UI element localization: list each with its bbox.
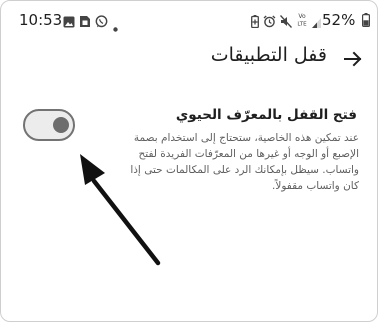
svg-text:Vo: Vo — [298, 13, 306, 20]
battery-saver-icon — [251, 13, 259, 32]
alarm-icon — [263, 13, 276, 32]
phone-screen: 10:53 Vo LTE 52% قفل التطبيقات فتح القفل… — [0, 0, 378, 322]
toggle-knob — [53, 117, 69, 133]
setting-title: فتح القفل بالمعرّف الحيوي — [175, 107, 357, 123]
status-time: 10:53 — [19, 11, 63, 29]
signal-icon — [311, 14, 322, 33]
svg-text:LTE: LTE — [297, 22, 307, 28]
page-title: قفل التطبيقات — [210, 44, 327, 66]
setting-description: عند تمكين هذه الخاصية، ستحتاج إلى استخدا… — [130, 132, 359, 192]
status-bar: 10:53 Vo LTE 52% — [1, 1, 377, 37]
mute-icon — [280, 13, 292, 32]
battery-icon — [362, 12, 371, 31]
battery-percentage: 52% — [322, 11, 356, 29]
back-arrow-icon[interactable] — [343, 49, 363, 69]
biometric-unlock-setting[interactable]: فتح القفل بالمعرّف الحيوي عند تمكين هذه … — [1, 101, 377, 213]
biometric-unlock-toggle[interactable] — [23, 109, 75, 141]
volte-icon: Vo LTE — [295, 12, 309, 31]
sim-card-icon — [79, 13, 91, 32]
gallery-icon — [63, 13, 75, 32]
notification-dot-icon — [113, 17, 118, 36]
app-bar: قفل التطبيقات — [1, 41, 377, 85]
whatsapp-icon — [95, 13, 108, 32]
